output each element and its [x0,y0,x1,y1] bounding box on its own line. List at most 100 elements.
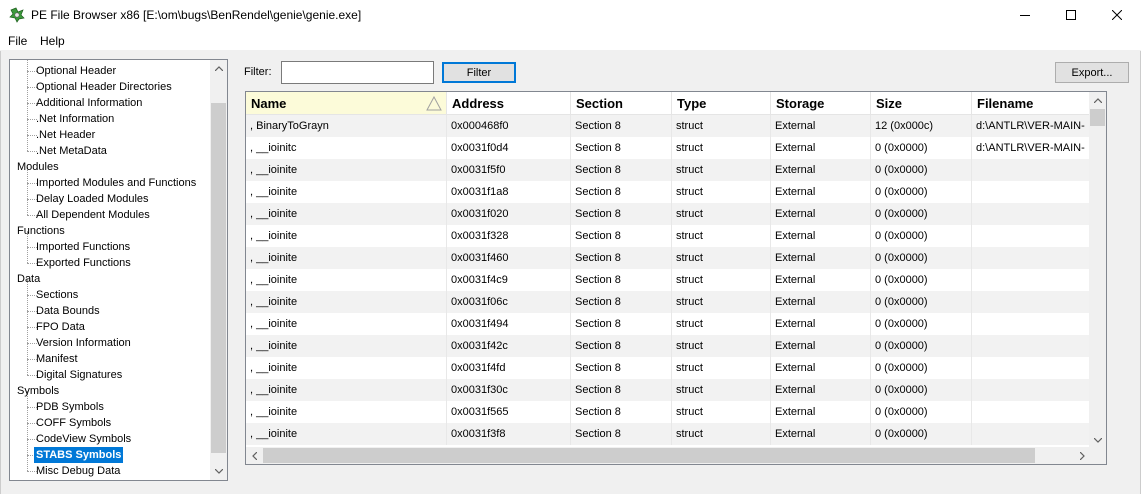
chevron-left-icon [252,451,257,460]
tree-scroll-thumb[interactable] [211,103,226,453]
title-bar: PE File Browser x86 [E:\om\bugs\BenRende… [0,0,1141,31]
tree-item[interactable]: Version Information [10,335,210,351]
tree-scroll-down-button[interactable] [210,463,227,480]
table-row[interactable]: , __ioinite 0x0031f020 Section 8 struct Exte… [246,203,1091,225]
tree-item[interactable]: All Dependent Modules [10,207,210,223]
tree-item-label: .Net Information [36,113,115,125]
list-vertical-scrollbar[interactable] [1089,92,1106,449]
tree-item-label: Misc Debug Data [36,465,121,477]
list-scroll-up-button[interactable] [1089,92,1106,109]
cell-storage: External [771,181,871,203]
table-row[interactable]: , __ioinite 0x0031f4fd Section 8 struct Exte… [246,357,1091,379]
tree-item[interactable]: FPO Data [10,319,210,335]
tree-item-label: .Net MetaData [36,145,107,157]
column-header-type[interactable]: Type [672,92,771,115]
table-row[interactable]: , __ioinite 0x0031f494 Section 8 struct Exte… [246,313,1091,335]
cell-size: 0 (0x0000) [871,335,972,357]
tree-item[interactable]: Functions [10,223,210,239]
cell-address: 0x0031f3f8 [447,423,571,445]
table-row[interactable]: , __ioinite 0x0031f1a8 Section 8 struct Exte… [246,181,1091,203]
tree-item-label: Delay Loaded Modules [36,193,149,205]
table-row[interactable]: , __ioinite 0x0031f460 Section 8 struct Exte… [246,247,1091,269]
list-hscroll-thumb[interactable] [263,448,1035,463]
list-vscroll-thumb[interactable] [1090,109,1105,126]
cell-filename [972,423,1091,445]
cell-storage: External [771,203,871,225]
tree-item[interactable]: Sections [10,287,210,303]
filter-button[interactable]: Filter [442,62,516,83]
column-header-size[interactable]: Size [871,92,972,115]
tree-item[interactable]: Symbols [10,383,210,399]
cell-filename [972,291,1091,313]
tree-item[interactable]: Data [10,271,210,287]
column-header-address[interactable]: Address [447,92,571,115]
cell-section: Section 8 [571,115,672,137]
cell-size: 12 (0x000c) [871,115,972,137]
table-row[interactable]: , __ioinite 0x0031f42c Section 8 struct Exte… [246,335,1091,357]
column-header-storage[interactable]: Storage [771,92,871,115]
cell-storage: External [771,291,871,313]
cell-type: struct [672,313,771,335]
table-row[interactable]: , __ioinite 0x0031f5f0 Section 8 struct Exte… [246,159,1091,181]
filter-input[interactable] [281,61,434,84]
tree-item[interactable]: Optional Header Directories [10,79,210,95]
table-row[interactable]: , __ioinite 0x0031f328 Section 8 struct Exte… [246,225,1091,247]
table-row[interactable]: , __ioinite 0x0031f3f8 Section 8 struct Exte… [246,423,1091,445]
maximize-button[interactable] [1048,0,1094,30]
tree-item[interactable]: .Net MetaData [10,143,210,159]
chevron-down-icon [214,469,223,474]
tree-item[interactable]: PDB Symbols [10,399,210,415]
tree-item[interactable]: .Net Header [10,127,210,143]
tree-item[interactable]: Misc Debug Data [10,463,210,479]
tree-scroll-up-button[interactable] [210,60,227,77]
tree-item[interactable]: Exported Functions [10,255,210,271]
column-header-filename[interactable]: Filename [972,92,1106,115]
table-row[interactable]: , __ioinite 0x0031f30c Section 8 struct Exte… [246,379,1091,401]
navigation-tree[interactable]: Optional Header Optional Header Directori… [9,59,228,481]
cell-address: 0x0031f30c [447,379,571,401]
tree-item[interactable]: Modules [10,159,210,175]
list-horizontal-scrollbar[interactable] [246,447,1091,464]
cell-address: 0x0031f494 [447,313,571,335]
table-row[interactable]: , BinaryToGrayn 0x000468f0 Section 8 struct… [246,115,1091,137]
tree-item[interactable]: Delay Loaded Modules [10,191,210,207]
tree-item[interactable]: Digital Signatures [10,367,210,383]
column-header-label: Storage [776,96,825,111]
export-button[interactable]: Export... [1055,62,1129,83]
cell-size: 0 (0x0000) [871,313,972,335]
column-header-name[interactable]: Name [246,92,447,115]
table-row[interactable]: , __ioinite 0x0031f06c Section 8 struct Exte… [246,291,1091,313]
tree-item[interactable]: CodeView Symbols [10,431,210,447]
minimize-button[interactable] [1002,0,1048,30]
tree-item[interactable]: STABS Symbols [10,447,210,463]
tree-item[interactable]: Imported Functions [10,239,210,255]
cell-name: , __ioinitc [246,137,447,159]
table-row[interactable]: , __ioinitc 0x0031f0d4 Section 8 struct Exte… [246,137,1091,159]
column-header-label: Filename [977,96,1034,111]
menu-file[interactable]: File [8,34,27,48]
symbols-list[interactable]: Name Address Section Type Storage Size Filenam… [245,91,1107,465]
tree-item[interactable]: Data Bounds [10,303,210,319]
minimize-icon [1020,15,1030,16]
tree-item-label: Manifest [36,353,78,365]
tree-item[interactable]: COFF Symbols [10,415,210,431]
cell-name: , __ioinite [246,423,447,445]
table-row[interactable]: , __ioinite 0x0031f565 Section 8 struct Exte… [246,401,1091,423]
tree-item-label: Optional Header Directories [36,81,172,93]
tree-item[interactable]: .Net Information [10,111,210,127]
cell-name: , __ioinite [246,159,447,181]
tree-vertical-scrollbar[interactable] [210,60,227,480]
cell-section: Section 8 [571,159,672,181]
menu-help[interactable]: Help [40,34,65,48]
tree-item[interactable]: Additional Information [10,95,210,111]
tree-item[interactable]: Optional Header [10,63,210,79]
cell-address: 0x0031f565 [447,401,571,423]
column-header-label: Type [677,96,707,111]
list-scroll-left-button[interactable] [246,447,263,464]
column-header-section[interactable]: Section [571,92,672,115]
tree-item[interactable]: Manifest [10,351,210,367]
table-row[interactable]: , __ioinite 0x0031f4c9 Section 8 struct Exte… [246,269,1091,291]
tree-item[interactable]: Imported Modules and Functions [10,175,210,191]
tree-item-label: STABS Symbols [34,447,124,463]
close-button[interactable] [1094,0,1140,30]
